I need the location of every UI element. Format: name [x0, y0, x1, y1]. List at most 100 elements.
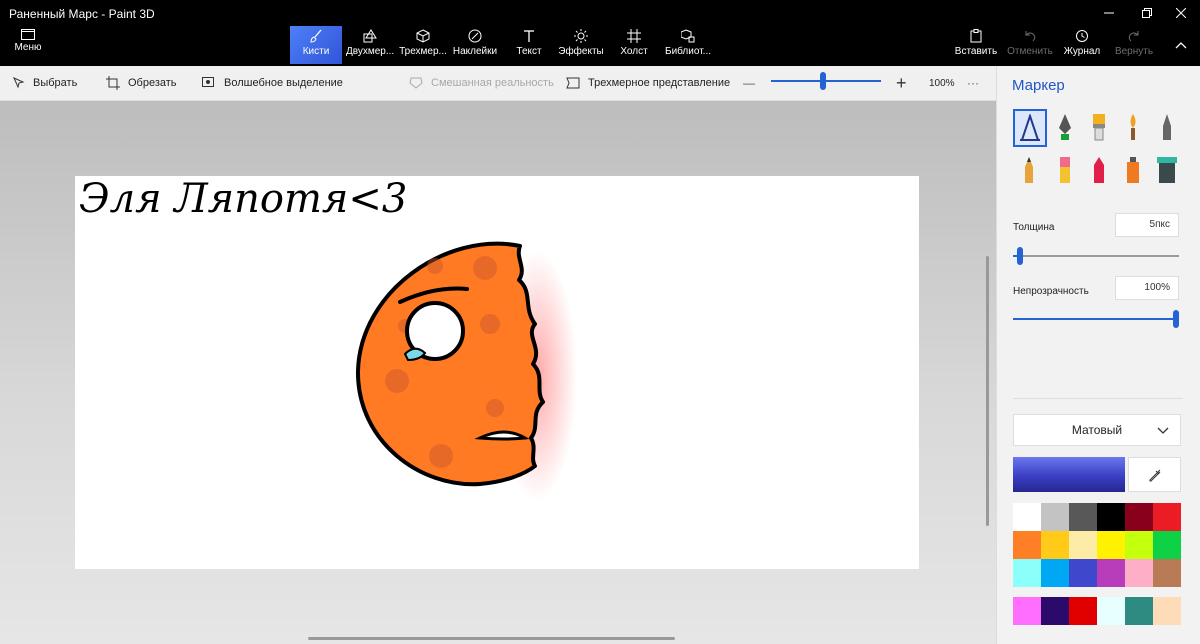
zoom-slider[interactable] — [771, 80, 881, 82]
thickness-input[interactable]: 5пкс — [1115, 213, 1179, 237]
mixed-reality-icon — [409, 77, 423, 89]
opacity-input[interactable]: 100% — [1115, 276, 1179, 300]
canvas-icon — [627, 29, 641, 43]
color-swatch[interactable] — [1069, 559, 1097, 587]
tab-2d-shapes[interactable]: Двухмер... — [346, 26, 394, 64]
color-swatch[interactable] — [1041, 503, 1069, 531]
redo-button[interactable]: Вернуть — [1112, 26, 1156, 64]
thickness-thumb[interactable] — [1017, 247, 1023, 265]
crayon-icon — [1094, 157, 1104, 183]
color-swatch[interactable] — [1097, 559, 1125, 587]
tab-3d-shapes[interactable]: Трехмер... — [399, 26, 447, 64]
brush-calligraphy-pen[interactable] — [1049, 109, 1081, 145]
finish-dropdown[interactable]: Матовый — [1013, 414, 1181, 446]
color-swatch[interactable] — [1125, 597, 1153, 625]
color-swatch[interactable] — [1153, 559, 1181, 587]
color-swatch[interactable] — [1153, 503, 1181, 531]
magic-select-button[interactable]: Волшебное выделение — [202, 66, 343, 100]
brush-oil[interactable] — [1083, 109, 1115, 145]
color-swatch[interactable] — [1041, 597, 1069, 625]
eraser-icon — [1060, 157, 1070, 183]
tab-text[interactable]: Текст — [510, 26, 548, 64]
color-swatch[interactable] — [1069, 597, 1097, 625]
color-swatch[interactable] — [1013, 597, 1041, 625]
close-button[interactable] — [1162, 0, 1200, 26]
vertical-scrollbar[interactable] — [986, 256, 989, 526]
3d-shapes-icon — [416, 29, 430, 43]
color-swatch[interactable] — [1153, 597, 1181, 625]
workspace: Эля Ляпотя<3 — [0, 101, 996, 644]
color-swatch[interactable] — [1153, 531, 1181, 559]
color-swatch[interactable] — [1013, 503, 1041, 531]
menu-button[interactable]: Меню — [8, 24, 48, 62]
zoom-out-button[interactable]: — — [743, 66, 755, 100]
tab-3d-library[interactable]: Библиот... — [662, 26, 714, 64]
brush-pencil[interactable] — [1013, 152, 1045, 188]
eyedropper-button[interactable] — [1128, 457, 1181, 492]
close-icon — [1176, 8, 1186, 18]
tab-effects[interactable]: Эффекты — [558, 26, 604, 64]
zoom-value: 100% — [929, 77, 955, 89]
crop-icon — [106, 76, 120, 90]
brush-marker[interactable] — [1013, 109, 1047, 147]
opacity-fill — [1013, 318, 1179, 320]
brush-spray-can[interactable] — [1117, 152, 1149, 188]
magic-select-icon — [202, 77, 214, 87]
tab-brushes[interactable]: Кисти — [290, 26, 342, 64]
chevron-down-icon — [1157, 427, 1169, 434]
color-swatch[interactable] — [1041, 559, 1069, 587]
stickers-icon — [468, 29, 482, 43]
brush-watercolor[interactable] — [1117, 109, 1149, 145]
color-swatch[interactable] — [1097, 597, 1125, 625]
wounded-mars-drawing — [355, 241, 577, 501]
brush-pixel-pen[interactable] — [1151, 109, 1183, 145]
color-swatch[interactable] — [1013, 531, 1041, 559]
brush-fill[interactable] — [1151, 152, 1183, 188]
tab-canvas[interactable]: Холст — [614, 26, 654, 64]
color-swatch[interactable] — [1013, 559, 1041, 587]
view-3d-button[interactable]: Трехмерное представление — [566, 66, 730, 100]
2d-shapes-icon — [363, 29, 377, 43]
undo-button[interactable]: Отменить — [1006, 26, 1054, 64]
current-color-swatch[interactable] — [1013, 457, 1125, 492]
collapse-panel-button[interactable] — [1162, 30, 1200, 60]
spray-can-icon — [1127, 157, 1139, 183]
finish-value: Матовый — [1071, 423, 1123, 437]
zoom-in-button[interactable]: + — [896, 66, 907, 100]
select-button[interactable]: Выбрать — [13, 66, 77, 100]
restore-button[interactable] — [1128, 0, 1166, 26]
color-swatch[interactable] — [1097, 531, 1125, 559]
brush-eraser[interactable] — [1049, 152, 1081, 188]
opacity-thumb[interactable] — [1173, 310, 1179, 328]
mixed-reality-button[interactable]: Смешанная реальность — [409, 66, 554, 100]
color-swatch[interactable] — [1125, 531, 1153, 559]
thickness-slider[interactable] — [1013, 247, 1179, 265]
history-icon — [1076, 30, 1088, 42]
restore-icon — [1142, 8, 1152, 18]
brush-crayon[interactable] — [1083, 152, 1115, 188]
minimize-button[interactable] — [1090, 0, 1128, 26]
more-options-button[interactable]: ··· — [967, 66, 979, 100]
color-swatch[interactable] — [1097, 503, 1125, 531]
brush-icon — [310, 29, 322, 43]
zoom-slider-thumb[interactable] — [820, 72, 826, 90]
thickness-label: Толщина — [1013, 222, 1055, 233]
menu-label: Меню — [14, 42, 42, 53]
opacity-slider[interactable] — [1013, 310, 1179, 328]
drawing-canvas[interactable]: Эля Ляпотя<3 — [75, 176, 919, 569]
paste-button[interactable]: Вставить — [954, 26, 998, 64]
brush-panel: Маркер Толщина 5пкс Непрозрачность 100% — [996, 66, 1200, 644]
panel-divider — [1013, 398, 1183, 399]
color-palette — [1013, 503, 1181, 587]
horizontal-scrollbar[interactable] — [308, 637, 675, 640]
handwritten-caption: Эля Ляпотя<3 — [79, 176, 407, 222]
eyedropper-icon — [1149, 469, 1160, 481]
color-swatch[interactable] — [1069, 503, 1097, 531]
color-swatch[interactable] — [1041, 531, 1069, 559]
color-swatch[interactable] — [1125, 503, 1153, 531]
history-button[interactable]: Журнал — [1062, 26, 1102, 64]
tab-stickers[interactable]: Наклейки — [452, 26, 498, 64]
color-swatch[interactable] — [1069, 531, 1097, 559]
color-swatch[interactable] — [1125, 559, 1153, 587]
crop-button[interactable]: Обрезать — [106, 66, 177, 100]
